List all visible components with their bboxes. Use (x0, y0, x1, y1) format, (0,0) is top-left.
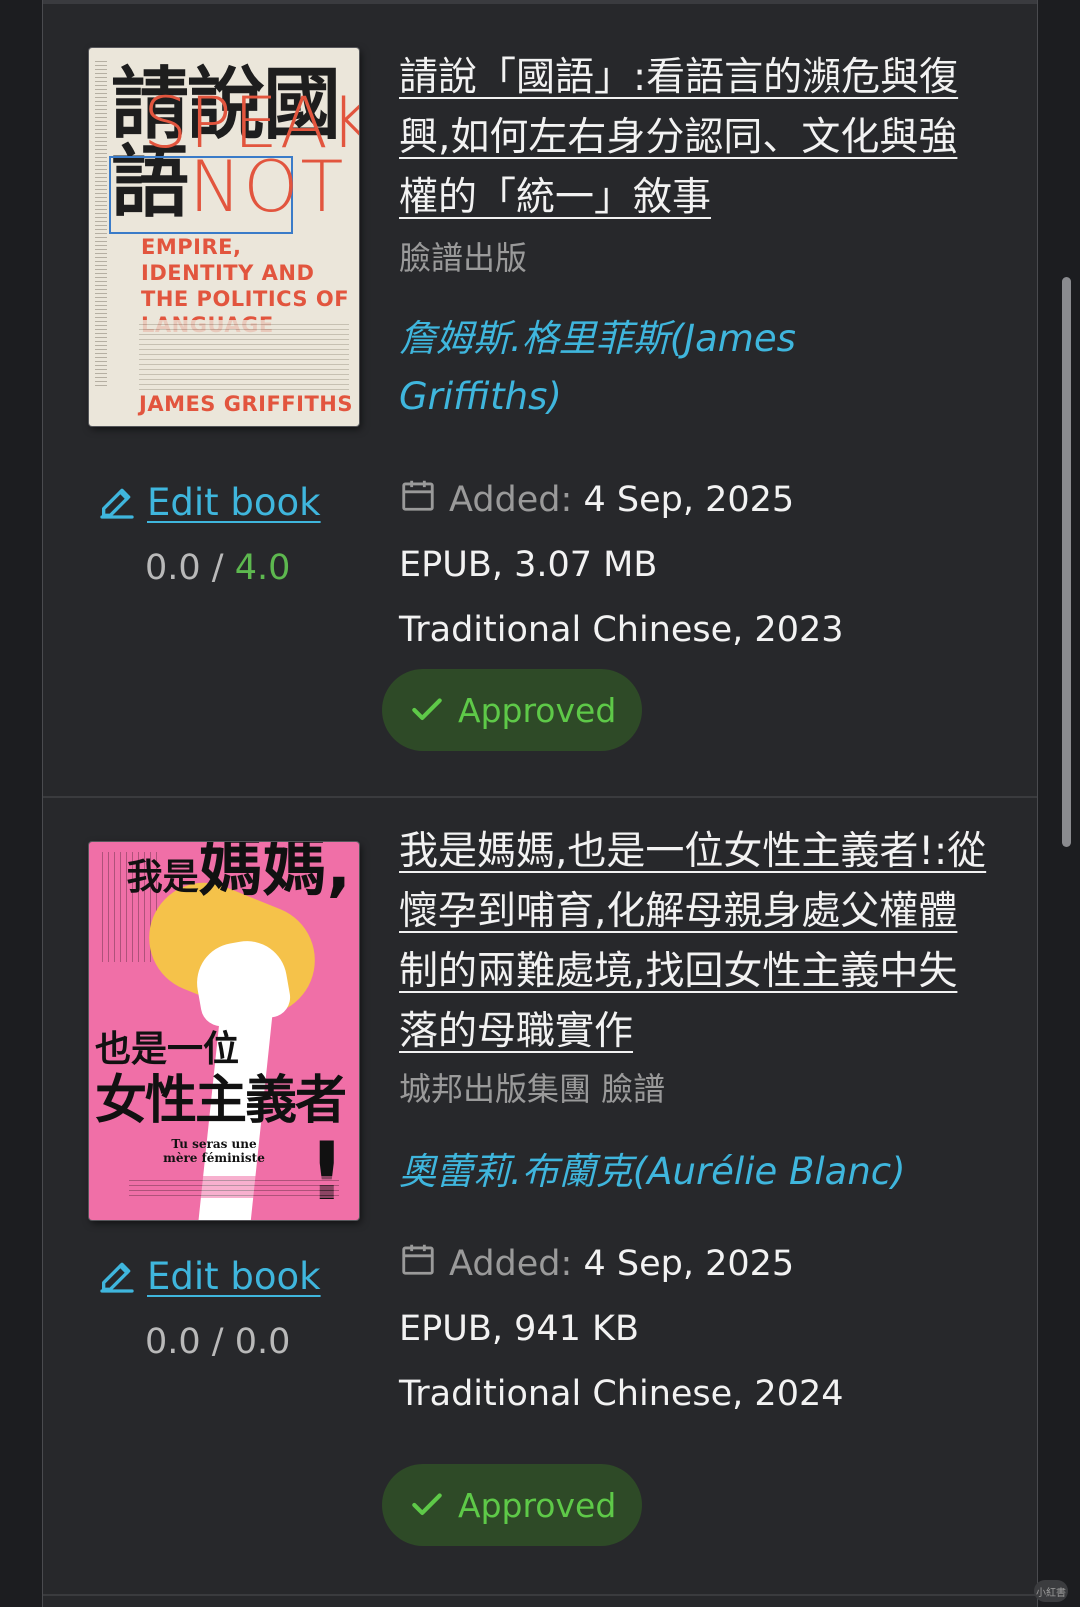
rating-value: 0.0 (145, 548, 201, 588)
rating: 0.0 / 0.0 (145, 1322, 290, 1362)
calendar-icon (402, 1244, 434, 1275)
checkmark-icon (412, 698, 442, 720)
cover-small-text (129, 1176, 339, 1198)
book-list-panel: 請說國語 SPEAK NOT EMPIRE, IDENTITY AND THE … (42, 0, 1038, 1607)
rating-max: 0.0 (234, 1322, 291, 1362)
format-size: EPUB, 941 KB (399, 1309, 639, 1349)
rating-separator: / (200, 548, 235, 588)
cover-title-line1: 我是媽媽, (126, 842, 351, 905)
added-row: Added: 4 Sep, 2025 (399, 1232, 844, 1297)
book-card: 請說國語 SPEAK NOT EMPIRE, IDENTITY AND THE … (43, 0, 1037, 798)
book-title-link[interactable]: 請說「國語」:看語言的瀕危與復興,如何左右身分認同、文化與強權的「統一」敘事 (399, 48, 989, 228)
book-cover[interactable]: 請說國語 SPEAK NOT EMPIRE, IDENTITY AND THE … (89, 48, 359, 426)
added-label: Added: (449, 1244, 573, 1284)
added-row: Added: 4 Sep, 2025 (399, 468, 844, 533)
cover-vertical-text (95, 58, 107, 388)
cover-title-en-2: NOT (189, 146, 346, 228)
checkmark-icon (412, 1493, 442, 1515)
book-meta: Added: 4 Sep, 2025 EPUB, 3.07 MB Traditi… (399, 468, 844, 663)
edit-book-label: Edit book (147, 480, 321, 524)
cover-french-title: Tu seras une mère féministe (163, 1137, 265, 1165)
edit-book-label: Edit book (147, 1254, 321, 1298)
status-badge: Approved (382, 669, 642, 751)
cover-title-line3: 女性主義者 (95, 1071, 347, 1131)
rating: 0.0 / 4.0 (145, 548, 290, 588)
author-link[interactable]: 奧蕾莉.布蘭克(Aurélie Blanc) (399, 1143, 959, 1201)
status-label: Approved (458, 690, 617, 730)
edit-book-link[interactable]: Edit book (97, 1254, 337, 1298)
edit-book-link[interactable]: Edit book (97, 480, 337, 524)
rating-separator: / (200, 1322, 235, 1362)
publisher: 臉譜出版 (399, 239, 528, 277)
added-date: 4 Sep, 2025 (583, 480, 795, 520)
cover-blurb (139, 320, 349, 394)
language-year: Traditional Chinese, 2024 (399, 1374, 844, 1414)
book-card: 我是媽媽, 也是一位 女性主義者 ! Tu seras une mère fém… (43, 796, 1037, 1596)
book-meta: Added: 4 Sep, 2025 EPUB, 941 KB Traditio… (399, 1232, 844, 1427)
rating-max: 4.0 (234, 548, 291, 588)
language-year: Traditional Chinese, 2023 (399, 610, 844, 650)
rating-value: 0.0 (145, 1322, 201, 1362)
status-label: Approved (458, 1485, 617, 1525)
scrollbar-thumb[interactable] (1062, 277, 1071, 847)
calendar-icon (402, 480, 434, 511)
pencil-icon (100, 488, 134, 519)
watermark-badge: 小紅書 (1034, 1580, 1068, 1602)
status-badge: Approved (382, 1464, 642, 1546)
author-link[interactable]: 詹姆斯.格里菲斯(James Griffiths) (399, 310, 959, 426)
format-size: EPUB, 3.07 MB (399, 545, 658, 585)
pencil-icon (100, 1262, 134, 1293)
book-cover[interactable]: 我是媽媽, 也是一位 女性主義者 ! Tu seras une mère fém… (89, 842, 359, 1220)
publisher: 城邦出版集團 臉譜 (399, 1070, 666, 1108)
book-title-link[interactable]: 我是媽媽,也是一位女性主義者!:從懷孕到哺育,化解母親身處父權體制的兩難處境,找… (399, 822, 989, 1062)
added-label: Added: (449, 480, 573, 520)
cover-author: JAMES GRIFFITHS (139, 392, 353, 416)
added-date: 4 Sep, 2025 (583, 1244, 795, 1284)
cover-exclamation: ! (308, 1125, 345, 1218)
